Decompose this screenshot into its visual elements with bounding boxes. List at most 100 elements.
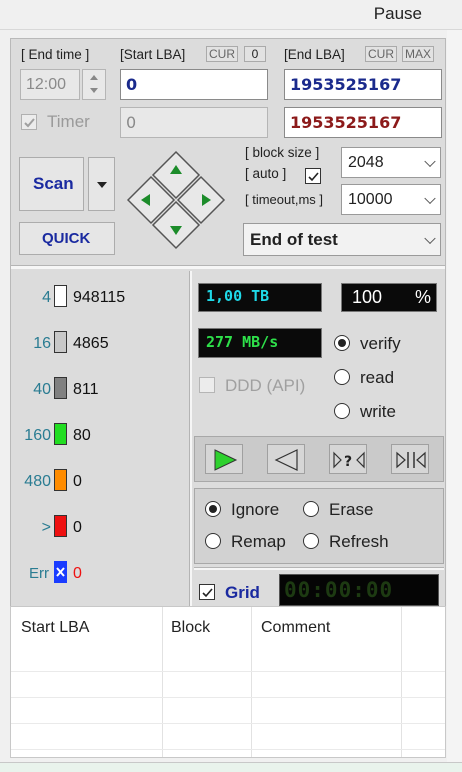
scan-menu-button[interactable] [88,157,115,211]
end-lba-field[interactable]: 1953525167 [284,107,442,138]
remap-label: Remap [231,532,286,551]
write-label: write [360,402,396,421]
play-forward-button[interactable] [205,444,243,474]
legend-count: 0 [73,519,82,536]
percent-value: 100 [352,287,383,307]
check-icon [24,118,35,128]
legend-count: 811 [73,381,99,398]
end-time-spinner[interactable] [82,69,106,100]
block-legend: 4 948115 16 4865 40 811 160 80 480 0 >0 Err 0 [11,285,187,599]
results-table[interactable]: Start LBA Block Comment [10,606,446,758]
end-time-field[interactable]: 12:00 [20,69,80,100]
check-icon [308,172,319,182]
legend-color-block [54,561,67,583]
grid-checkbox[interactable] [199,584,215,600]
timeout-label: [ timeout,ms ] [245,192,324,207]
butterfly-button[interactable] [391,444,429,474]
write-radio[interactable] [334,403,350,419]
table-row-line [11,671,445,672]
ignore-radio[interactable] [205,501,221,517]
block-size-label: [ block size ] [245,145,320,160]
play-back-icon [274,449,298,471]
end-time-label: [ End time ] [21,47,90,62]
legend-threshold: 4 [42,289,51,306]
random-seek-icon: ? [333,451,365,470]
random-seek-button[interactable]: ? [329,444,367,474]
column-header-start-lba[interactable]: Start LBA [21,619,89,637]
end-cur-button[interactable]: CUR [365,46,397,62]
end-lba-input[interactable]: 1953525167 [284,69,442,100]
column-header-comment[interactable]: Comment [261,619,330,637]
table-row-line [11,697,445,698]
read-label: read [360,368,395,387]
start-cur-button[interactable]: CUR [206,46,238,62]
legend-count: 948115 [73,289,126,306]
legend-color-block [54,469,67,491]
direction-pad[interactable] [125,149,227,251]
ddd-checkbox[interactable] [199,377,215,393]
grid-label: Grid [225,583,260,602]
legend-color-block [54,423,67,445]
play-backward-button[interactable] [267,444,305,474]
table-row-line [11,749,445,750]
window-edge [447,30,462,772]
quick-button[interactable]: QUICK [19,222,115,255]
dropdown-arrow-icon [97,182,107,188]
verify-radio[interactable] [334,335,350,351]
divider [189,271,192,609]
auto-label: [ auto ] [245,166,287,181]
divider [11,265,445,269]
refresh-radio[interactable] [303,533,319,549]
start-cur-value[interactable]: 0 [244,46,266,62]
legend-color-block [54,377,67,399]
legend-color-block [54,331,67,353]
chevron-down-icon [424,155,436,167]
legend-threshold: > [41,519,51,536]
percent-sign: % [415,287,432,307]
end-of-test-select[interactable]: End of test [243,223,441,256]
column-divider [401,607,402,757]
ddd-label: DDD (API) [225,376,306,395]
ignore-label: Ignore [231,500,280,519]
read-radio[interactable] [334,369,350,385]
quick-button-label: QUICK [42,230,91,247]
timeout-select[interactable]: 10000 [341,184,441,215]
legend-color-block [54,285,67,307]
refresh-label: Refresh [329,532,389,551]
column-header-block[interactable]: Block [171,619,210,637]
column-divider [162,607,163,757]
column-divider [251,607,252,757]
toolbar: Pause [0,0,462,30]
max-button[interactable]: MAX [402,46,435,62]
remap-radio[interactable] [205,533,221,549]
elapsed-time-display: 00:00:00 [279,574,439,606]
capacity-display: 1,00 TB [198,283,322,312]
scan-button-label: Scan [33,174,74,193]
legend-threshold: 40 [33,381,51,398]
auto-checkbox[interactable] [305,168,321,184]
check-icon [202,588,213,598]
error-x-icon [56,567,65,577]
block-size-select[interactable]: 2048 [341,147,441,178]
start-lba-input[interactable]: 0 [120,69,268,100]
erase-radio[interactable] [303,501,319,517]
chevron-down-icon [424,232,436,244]
percent-display: 100 % [341,283,437,312]
scan-button[interactable]: Scan [19,157,84,211]
end-action-value: End of test [250,230,338,249]
timer-checkbox[interactable] [21,114,37,130]
legend-threshold: 480 [24,473,51,490]
start-lba-disabled-field: 0 [120,107,268,138]
play-icon [214,449,238,471]
legend-threshold: Err [29,565,49,582]
speed-display: 277 MB/s [198,328,322,358]
legend-threshold: 160 [24,427,51,444]
pause-button[interactable]: Pause [374,4,422,24]
legend-color-block [54,515,67,537]
table-row-line [11,723,445,724]
status-strip [0,762,462,772]
end-lba-label: [End LBA] [284,47,345,62]
spin-down-icon[interactable] [90,88,98,93]
spin-up-icon[interactable] [90,75,98,80]
block-size-value: 2048 [348,154,384,171]
